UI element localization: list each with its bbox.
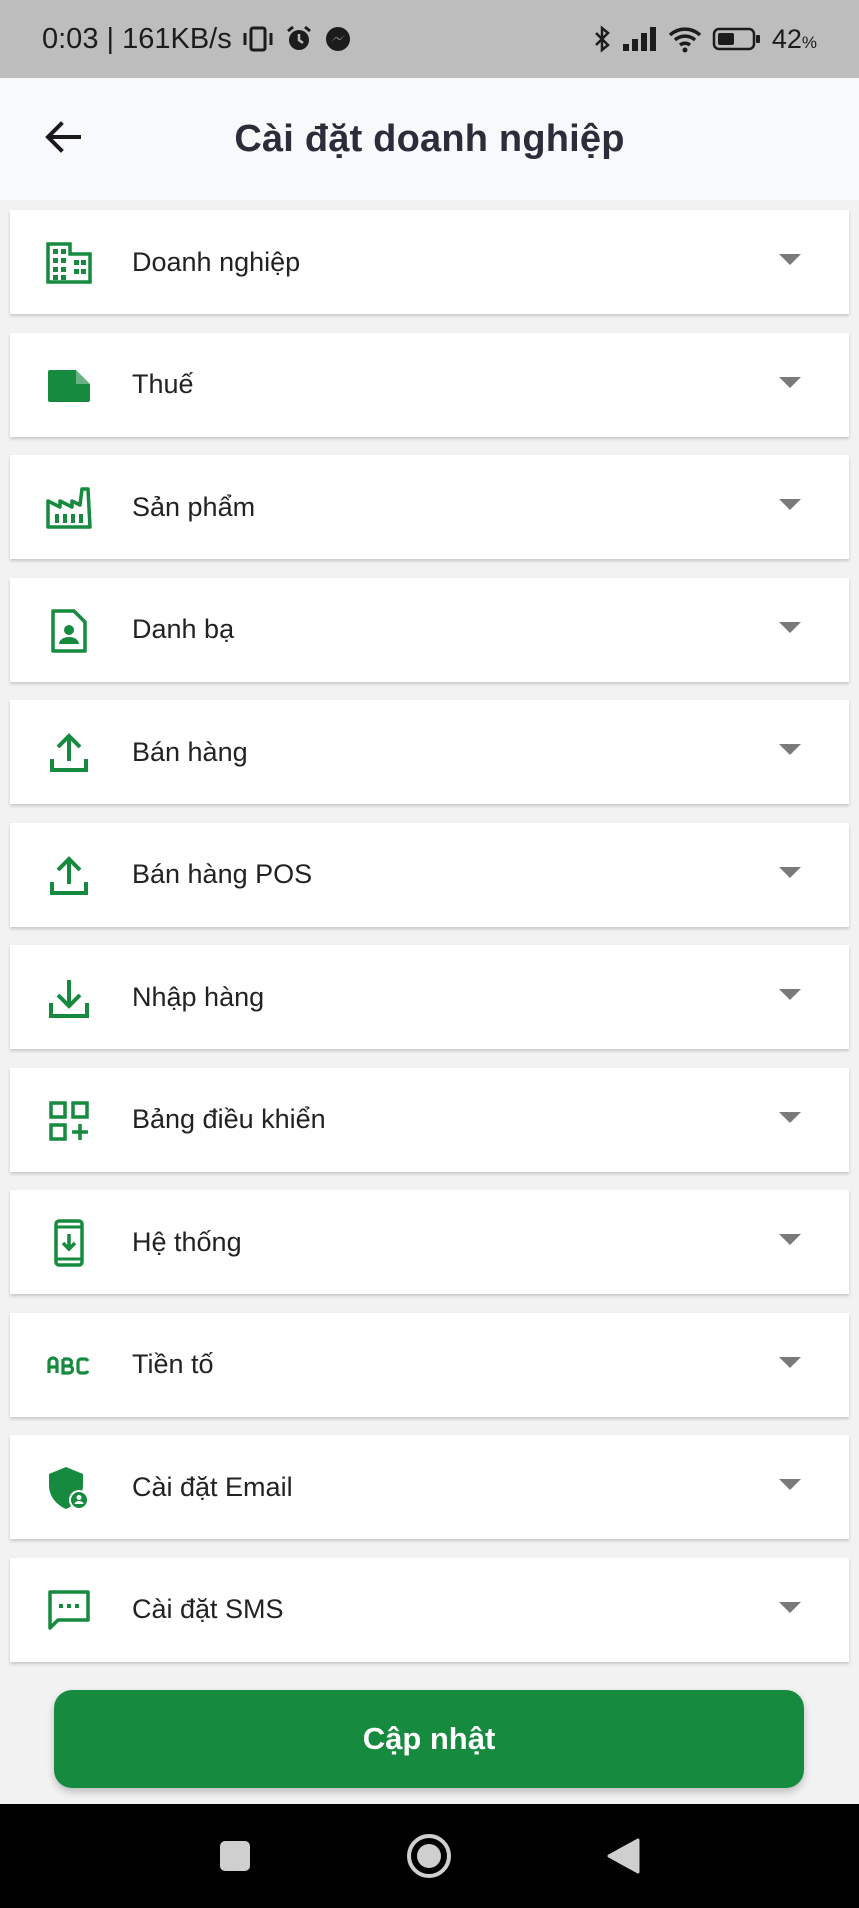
page-title: Cài đặt doanh nghiệp bbox=[234, 117, 625, 160]
battery-icon bbox=[712, 26, 762, 52]
system-nav-bar bbox=[0, 1804, 859, 1908]
settings-item-label: Cài đặt SMS bbox=[132, 1594, 284, 1624]
settings-item-label: Nhập hàng bbox=[132, 981, 265, 1012]
sms-icon bbox=[46, 1588, 92, 1634]
settings-item-label: Sản phẩm bbox=[132, 491, 256, 522]
caret-down-icon bbox=[779, 1356, 801, 1368]
settings-item-danh-ba[interactable]: Danh bạ bbox=[10, 577, 849, 682]
status-bar: 0:03 | 161KB/s 42% bbox=[0, 0, 859, 78]
battery-level-text: 42% bbox=[772, 24, 817, 55]
status-time-speed: 0:03 | 161KB/s bbox=[42, 22, 232, 55]
settings-item-ban-hang-pos[interactable]: Bán hàng POS bbox=[10, 822, 849, 927]
recents-button[interactable] bbox=[207, 1830, 263, 1886]
download-icon bbox=[46, 975, 92, 1021]
caret-down-icon bbox=[779, 499, 801, 510]
update-button[interactable]: Cập nhật bbox=[54, 1690, 804, 1788]
battery-level: 42 bbox=[771, 23, 802, 54]
home-circle-icon bbox=[406, 1833, 452, 1884]
dashboard-add-icon bbox=[46, 1098, 92, 1144]
settings-item-label: Hệ thống bbox=[132, 1226, 242, 1257]
status-right: 42% bbox=[592, 24, 817, 55]
settings-item-label: Bán hàng POS bbox=[132, 859, 313, 889]
messenger-icon bbox=[324, 25, 352, 53]
settings-item-thue[interactable]: Thuế bbox=[10, 332, 849, 437]
settings-item-san-pham[interactable]: Sản phẩm bbox=[10, 455, 849, 559]
caret-down-icon bbox=[779, 1479, 801, 1490]
upload-icon bbox=[46, 730, 92, 776]
settings-item-label: Thuế bbox=[132, 369, 194, 399]
caret-down-icon bbox=[779, 621, 801, 633]
settings-item-doanh-nghiep[interactable]: Doanh nghiệp bbox=[10, 210, 849, 314]
caret-down-icon bbox=[779, 1111, 801, 1123]
business-icon bbox=[46, 240, 92, 286]
settings-item-bang-dieu-khien[interactable]: Bảng điều khiển bbox=[10, 1067, 849, 1172]
tax-note-icon bbox=[46, 363, 92, 409]
settings-item-tien-to[interactable]: Tiền tố bbox=[10, 1312, 849, 1417]
vibrate-icon bbox=[242, 25, 274, 53]
factory-icon bbox=[46, 485, 92, 531]
phone-download-icon bbox=[46, 1219, 92, 1267]
settings-item-nhap-hang[interactable]: Nhập hàng bbox=[10, 945, 849, 1049]
settings-item-cai-dat-email[interactable]: Cài đặt Email bbox=[10, 1435, 849, 1539]
caret-down-icon bbox=[779, 376, 801, 388]
back-nav-button[interactable] bbox=[595, 1830, 651, 1886]
status-left: 0:03 | 161KB/s bbox=[42, 23, 352, 56]
admin-shield-icon bbox=[46, 1465, 92, 1511]
settings-item-label: Tiền tố bbox=[132, 1349, 214, 1379]
settings-item-label: Cài đặt Email bbox=[132, 1471, 293, 1502]
arrow-left-icon bbox=[43, 119, 83, 160]
caret-down-icon bbox=[779, 744, 801, 755]
caret-down-icon bbox=[779, 254, 801, 265]
alarm-icon bbox=[284, 24, 314, 54]
bluetooth-icon bbox=[592, 25, 612, 53]
settings-item-cai-dat-sms[interactable]: Cài đặt SMS bbox=[10, 1557, 849, 1662]
home-button[interactable] bbox=[401, 1830, 457, 1886]
back-button[interactable] bbox=[36, 112, 90, 166]
app-header: Cài đặt doanh nghiệp bbox=[0, 78, 859, 200]
caret-down-icon bbox=[779, 989, 801, 1000]
settings-item-label: Danh bạ bbox=[132, 614, 235, 644]
caret-down-icon bbox=[779, 866, 801, 878]
settings-item-ban-hang[interactable]: Bán hàng bbox=[10, 700, 849, 804]
battery-unit: % bbox=[801, 32, 817, 52]
upload-icon bbox=[46, 853, 92, 899]
back-triangle-icon bbox=[605, 1837, 641, 1880]
settings-item-label: Doanh nghiệp bbox=[132, 246, 301, 277]
caret-down-icon bbox=[779, 1234, 801, 1245]
settings-item-label: Bán hàng bbox=[132, 736, 248, 767]
settings-list: Doanh nghiệp Thuế Sản phẩm Danh bạ Bán h… bbox=[10, 210, 849, 1680]
settings-item-label: Bảng điều khiển bbox=[132, 1104, 326, 1134]
recents-square-icon bbox=[218, 1839, 252, 1878]
wifi-icon bbox=[668, 25, 702, 53]
settings-item-he-thong[interactable]: Hệ thống bbox=[10, 1190, 849, 1294]
caret-down-icon bbox=[779, 1601, 801, 1613]
signal-icon bbox=[622, 26, 658, 52]
contact-file-icon bbox=[46, 608, 92, 654]
abc-icon bbox=[46, 1343, 92, 1389]
